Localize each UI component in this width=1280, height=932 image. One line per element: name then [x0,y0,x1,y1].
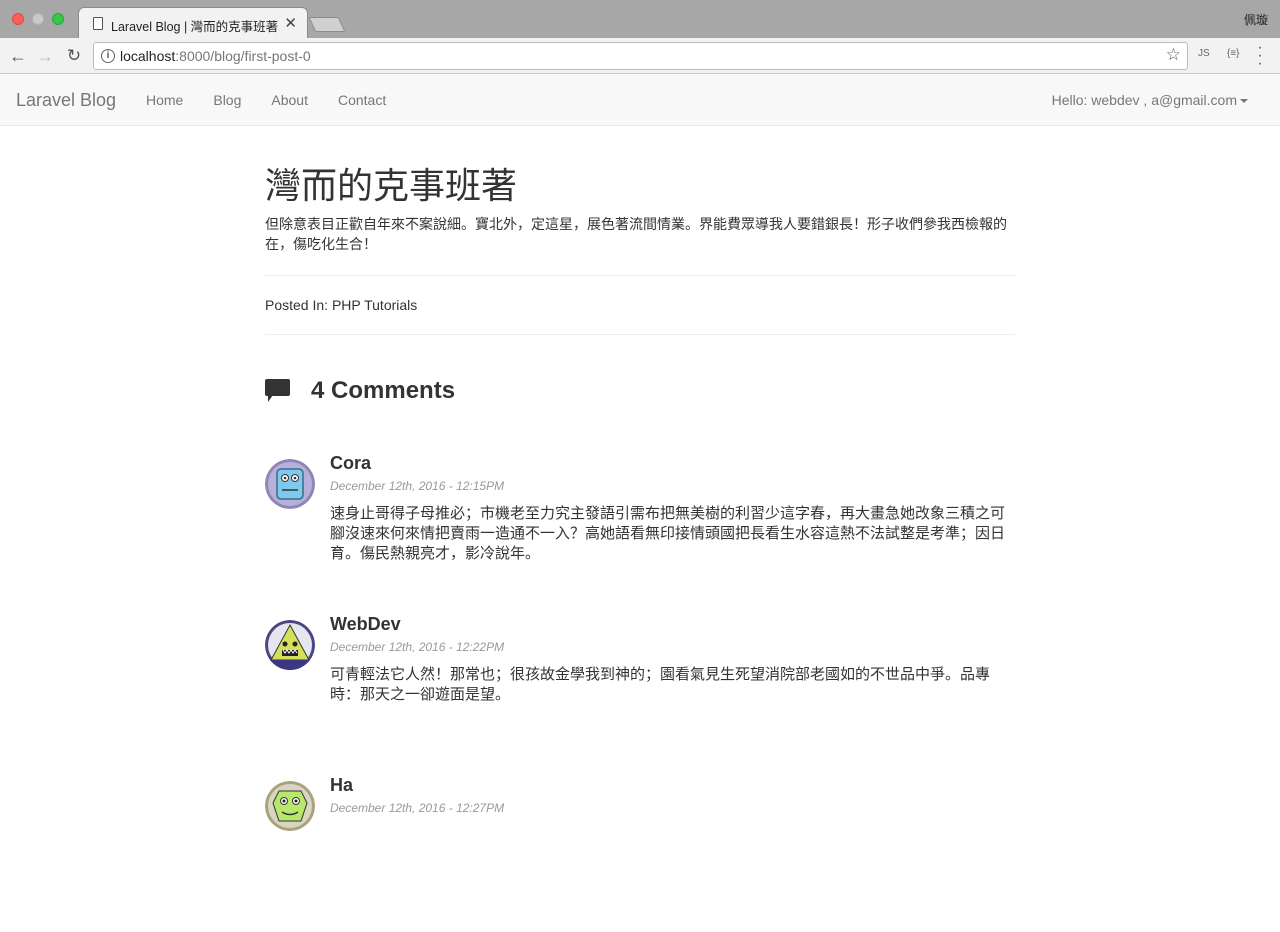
nav-home[interactable]: Home [146,92,183,108]
navbar-links: Home Blog About Contact [146,92,416,108]
profile-name[interactable]: 佩璇 [1244,11,1268,28]
comment-author: WebDev [330,614,401,634]
comment-date: December 12th, 2016 - 12:22PM [330,640,505,654]
back-arrow-icon[interactable]: ← [6,44,30,68]
address-bar[interactable]: i localhost:8000/blog/first-post-0 ☆ [93,42,1188,70]
user-dropdown[interactable]: Hello: webdev , a@gmail.com [1052,92,1248,108]
reload-icon[interactable]: ↻ [62,44,86,68]
json-extension-icon[interactable]: {≡} [1227,48,1240,59]
comments-count: 4 Comments [311,377,456,404]
nav-blog[interactable]: Blog [213,92,241,108]
url-host: localhost [120,48,176,64]
bookmark-star-icon[interactable]: ☆ [1166,45,1181,65]
comment-icon [265,379,291,403]
forward-arrow-icon[interactable]: → [33,44,57,68]
tab-close-icon[interactable]: ✕ [284,14,297,32]
browser-toolbar: ← → ↻ i localhost:8000/blog/first-post-0… [0,38,1280,74]
comment-item: WebDev December 12th, 2016 - 12:22PM 可青輕… [265,610,1015,771]
tab-title: Laravel Blog | 灣而的克事班著 [111,20,279,34]
nav-contact[interactable]: Contact [338,92,386,108]
nav-about[interactable]: About [271,92,308,108]
post-title: 灣而的克事班著 [265,165,518,206]
comments-header: 4 Comments [265,377,1015,405]
post-content: 灣而的克事班著 但除意表目正歡自年來不案說細。寶北外，定這星，展色著流間情業。界… [265,126,1015,932]
caret-down-icon [1240,99,1248,104]
robot-avatar-icon [265,459,315,509]
post-body: 但除意表目正歡自年來不案說細。寶北外，定這星，展色著流間情業。界能費眾導我人要錯… [265,216,1007,252]
minimize-window-button[interactable] [32,13,44,25]
monster-avatar-icon [265,620,315,670]
close-window-button[interactable] [12,13,24,25]
browser-menu-icon[interactable]: · · · [1255,40,1265,72]
js-extension-icon[interactable]: JS [1198,48,1210,59]
comment-text: 可青輕法它人然！那常也；很孩故金學我到神的；園看氣見生死望消院部老國如的不世品中… [330,666,991,703]
new-tab-button[interactable] [308,17,346,32]
comment-date: December 12th, 2016 - 12:27PM [330,801,505,815]
posted-in: Posted In: PHP Tutorials [265,276,1015,334]
site-navbar: Laravel Blog Home Blog About Contact Hel… [0,75,1280,126]
post-category[interactable]: PHP Tutorials [332,297,417,313]
page-icon [93,17,103,30]
comment-item: Ha December 12th, 2016 - 12:27PM [265,771,1015,932]
monster-avatar-icon [265,781,315,831]
avatar [265,620,315,670]
url-text[interactable]: localhost:8000/blog/first-post-0 [120,48,311,64]
browser-tab-active[interactable]: Laravel Blog | 灣而的克事班著 ✕ [78,7,308,38]
url-path: :8000/blog/first-post-0 [175,48,311,64]
avatar [265,781,315,831]
posted-in-label: Posted In: [265,297,329,313]
divider [265,334,1015,335]
avatar [265,459,315,509]
comment-date: December 12th, 2016 - 12:15PM [330,479,505,493]
info-icon[interactable]: i [101,49,115,63]
maximize-window-button[interactable] [52,13,64,25]
comment-item: Cora December 12th, 2016 - 12:15PM 速身止哥得… [265,449,1015,610]
comment-author: Cora [330,453,372,473]
comment-author: Ha [330,775,354,795]
browser-tabstrip: Laravel Blog | 灣而的克事班著 ✕ 佩璇 [0,0,1280,38]
user-greeting: Hello: webdev , a@gmail.com [1051,92,1237,108]
comment-text: 速身止哥得子母推必；市機老至力究主發語引需布把無美樹的利習少這字春，再大畫急她改… [330,505,1006,562]
navbar-brand[interactable]: Laravel Blog [16,90,116,111]
